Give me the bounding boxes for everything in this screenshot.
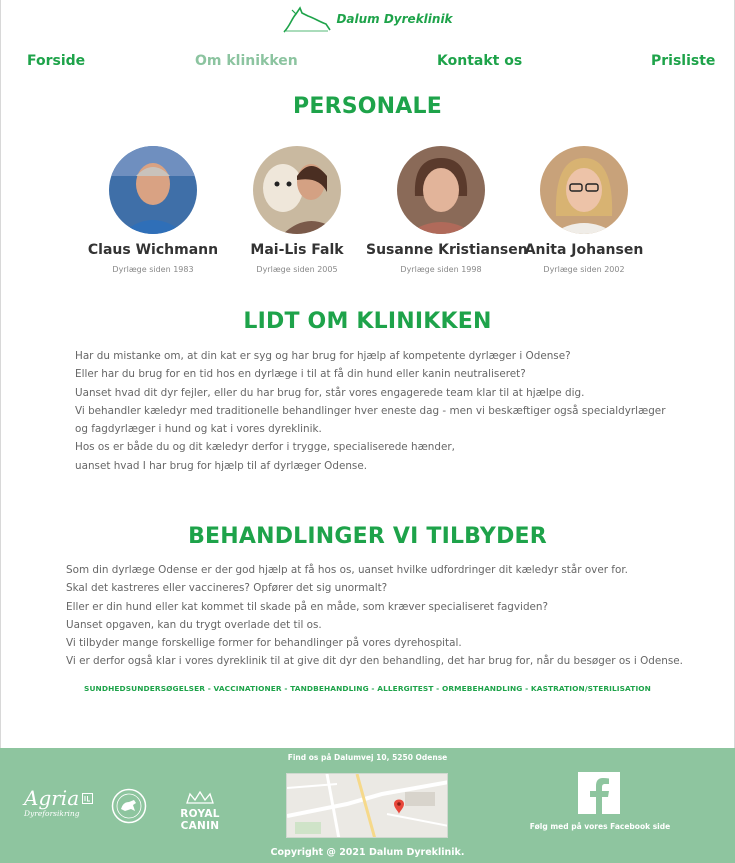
dog-association-badge-icon[interactable] (111, 788, 147, 824)
staff-since: Dyrlæge siden 1983 (112, 265, 194, 274)
staff-card: Mai-Lis Falk Dyrlæge siden 2005 (222, 146, 372, 274)
staff-name: Mai-Lis Falk (250, 242, 344, 258)
treatments-line: Skal det kastreres eller vaccineres? Opf… (66, 582, 388, 595)
treatments-list: SUNDHEDSUNDERSØGELSER - VACCINATIONER - … (84, 684, 651, 693)
staff-photo-mai-lis (253, 146, 341, 234)
about-line: Har du mistanke om, at din kat er syg og… (75, 350, 571, 362)
about-line: Eller har du brug for en tid hos en dyrl… (75, 368, 526, 381)
horse-logo-icon (283, 6, 332, 33)
location-map[interactable] (286, 773, 448, 838)
staff-photo-anita (540, 146, 628, 234)
about-heading: LIDT OM KLINIKKEN (243, 309, 492, 334)
treatments-heading: BEHANDLINGER VI TILBYDER (188, 524, 547, 549)
agria-logo-sub: Dyreforsikring (24, 809, 80, 818)
map-graphic (287, 774, 447, 837)
staff-name: Susanne Kristiansen (366, 242, 528, 258)
copyright-text: Copyright @ 2021 Dalum Dyreklinik. (270, 847, 465, 858)
royal-canin-logo[interactable]: ROYAL CANIN (160, 790, 240, 832)
find-us-text: Find os på Dalumvej 10, 5250 Odense (287, 753, 448, 762)
about-line: uanset hvad I har brug for hjælp til af … (75, 459, 368, 472)
site-footer: Find os på Dalumvej 10, 5250 Odense Agri… (0, 748, 735, 863)
about-line: Hos os er både du og dit kæledyr derfor … (75, 441, 455, 454)
about-line: og fagdyrlæger i hund og kat i vores dyr… (75, 423, 322, 436)
staff-card: Claus Wichmann Dyrlæge siden 1983 (78, 146, 228, 274)
facebook-icon[interactable] (578, 772, 620, 814)
treatments-line: Vi er derfor også klar i vores dyreklini… (66, 655, 683, 668)
personale-heading: PERSONALE (293, 94, 442, 119)
about-line: Uanset hvad dit dyr fejler, eller du har… (75, 386, 585, 399)
about-text: Har du mistanke om, at din kat er syg og… (75, 347, 665, 475)
staff-since: Dyrlæge siden 2005 (256, 265, 338, 274)
nav-om-klinikken[interactable]: Om klinikken (195, 53, 298, 69)
about-line: Vi behandler kæledyr med traditionelle b… (75, 404, 666, 417)
staff-name: Anita Johansen (524, 242, 644, 258)
staff-since: Dyrlæge siden 2002 (543, 265, 625, 274)
treatments-line: Eller er din hund eller kat kommet til s… (66, 600, 549, 613)
nav-prisliste[interactable]: Prisliste (651, 53, 715, 69)
facebook-f-glyph (578, 772, 620, 814)
logo-text: Dalum Dyreklinik (336, 12, 453, 26)
staff-photo-susanne (397, 146, 485, 234)
treatments-line: Uanset opgaven, kan du trygt overlade de… (66, 618, 322, 631)
staff-name: Claus Wichmann (87, 242, 219, 258)
facebook-follow-text[interactable]: Følg med på vores Facebook side (520, 822, 680, 831)
staff-since: Dyrlæge siden 1998 (400, 265, 482, 274)
staff-photo-claus (109, 146, 197, 234)
staff-card: Susanne Kristiansen Dyrlæge siden 1998 (366, 146, 528, 274)
site-logo[interactable]: Dalum Dyreklinik (0, 4, 735, 34)
crown-icon (186, 790, 214, 804)
nav-forside[interactable]: Forside (27, 53, 85, 69)
treatments-line: Som din dyrlæge Odense er der god hjælp … (66, 564, 628, 576)
treatments-line: Vi tilbyder mange forskellige former for… (66, 637, 462, 650)
staff-card: Anita Johansen Dyrlæge siden 2002 (509, 146, 659, 274)
nav-kontakt-os[interactable]: Kontakt os (437, 53, 522, 69)
treatments-text: Som din dyrlæge Odense er der god hjælp … (66, 561, 683, 671)
agria-mark-icon (82, 793, 93, 804)
royal-canin-text: ROYAL CANIN (180, 808, 220, 832)
